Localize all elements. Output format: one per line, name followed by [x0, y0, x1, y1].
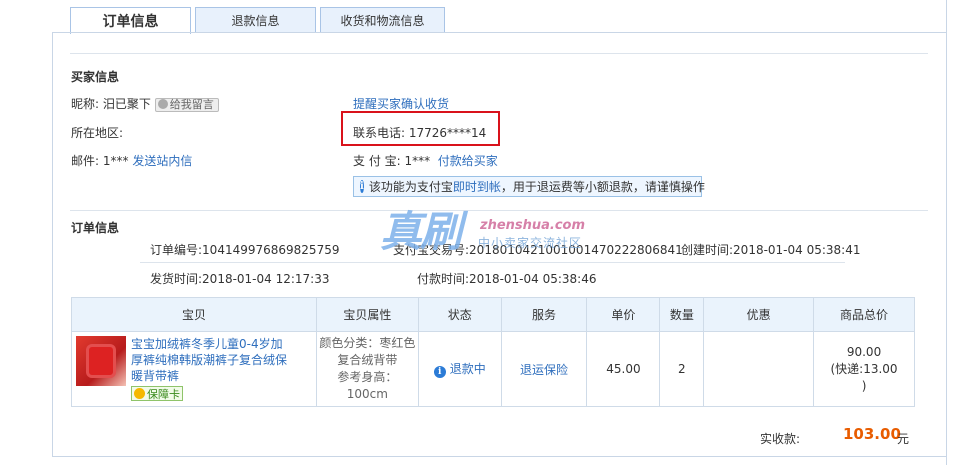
header-discount: 优惠	[703, 297, 815, 332]
ship-time-row: 发货时间:2018-01-04 12:17:33	[150, 270, 330, 287]
discount-cell	[703, 331, 815, 407]
header-quantity: 数量	[659, 297, 705, 332]
return-insurance-link[interactable]: 退运保险	[520, 363, 568, 377]
remind-confirm-link[interactable]: 提醒买家确认收货	[353, 95, 449, 112]
tab-refund-info[interactable]: 退款信息	[195, 7, 316, 33]
order-section-title: 订单信息	[71, 221, 120, 235]
header-total: 商品总价	[813, 297, 915, 332]
shipping-fee-close: )	[861, 378, 867, 393]
notice-text-pre: 该功能为支付宝	[368, 180, 453, 194]
instant-pay-link[interactable]: 即时到帐	[453, 178, 501, 195]
header-attributes: 宝贝属性	[315, 297, 419, 332]
status-info-icon: i	[433, 366, 446, 378]
pay-time-value: 2018-01-04 05:38:46	[469, 272, 597, 286]
leave-message-label: 给我留言	[169, 97, 214, 111]
total-cell: 90.00 (快递:13.00 )	[813, 331, 915, 407]
guarantee-icon	[134, 388, 145, 399]
email-row: 邮件: 1*** 发送站内信	[71, 152, 192, 169]
leave-message-button[interactable]: 给我留言	[154, 97, 219, 112]
attr-variant: 复合绒背带	[337, 353, 398, 367]
instant-pay-notice: i 该功能为支付宝 即时到帐 ，用于退运费等小额退款，请谨慎操作	[353, 176, 705, 197]
divider-order	[140, 262, 845, 263]
received-label: 实收款:	[760, 432, 801, 446]
right-divider	[946, 0, 947, 465]
created-time-row: 创建时间:2018-01-04 05:38:41	[681, 241, 861, 258]
email-value: 1***	[102, 154, 129, 168]
received-amount: 103.00	[843, 425, 901, 443]
pay-buyer-link[interactable]: 付款给买家	[438, 154, 498, 168]
header-status: 状态	[417, 297, 502, 332]
service-cell: 退运保险	[500, 331, 588, 407]
nickname-label: 昵称:	[71, 97, 100, 111]
message-icon	[157, 98, 168, 109]
attributes-cell: 颜色分类：枣红色 复合绒背带 参考身高：100cm	[315, 331, 419, 407]
tab-order-info[interactable]: 订单信息	[70, 7, 191, 34]
created-time-value: 2018-01-04 05:38:41	[733, 243, 861, 257]
table-header-row: 宝贝 宝贝属性 状态 服务 单价 数量 优惠 商品总价	[71, 297, 915, 332]
status-cell: i 退款中	[417, 331, 502, 407]
alipay-value: 1***	[404, 154, 431, 168]
product-title-link[interactable]: 宝宝加绒裤冬季儿童0-4岁加厚裤纯棉韩版潮裤子复合绒保暖背带裤	[131, 336, 291, 384]
send-inbox-link[interactable]: 发送站内信	[132, 154, 192, 168]
received-unit: 元	[897, 432, 910, 446]
unit-price-cell: 45.00	[586, 331, 661, 407]
shipping-fee: (快递:13.00	[830, 361, 898, 376]
phone-highlight-box	[341, 111, 500, 146]
nickname-row: 昵称: 汨已聚下 给我留言	[71, 95, 219, 112]
goods-table: 宝贝 宝贝属性 状态 服务 单价 数量 优惠 商品总价 宝宝加绒裤冬季儿童0-4…	[71, 297, 915, 407]
alipay-row: 支 付 宝: 1*** 付款给买家	[353, 152, 498, 169]
alipay-label: 支 付 宝:	[353, 154, 401, 168]
ship-time-value: 2018-01-04 12:17:33	[202, 272, 330, 286]
watermark-en: zhenshua.com	[480, 218, 586, 233]
region-label: 所在地区:	[71, 126, 124, 140]
order-number-label: 订单编号:	[150, 243, 203, 257]
guarantee-label: 保障卡	[147, 387, 180, 401]
attr-color: 颜色分类：枣红色	[319, 336, 416, 350]
order-number-row: 订单编号:104149976869825759	[150, 241, 339, 258]
refund-status-link[interactable]: 退款中	[450, 362, 486, 376]
buyer-section-title: 买家信息	[71, 70, 120, 84]
created-time-label: 创建时间:	[681, 243, 734, 257]
product-cell: 宝宝加绒裤冬季儿童0-4岁加厚裤纯棉韩版潮裤子复合绒保暖背带裤 保障卡	[71, 331, 317, 407]
header-unit-price: 单价	[586, 297, 661, 332]
watermark-big: 真刷	[380, 207, 462, 256]
header-service: 服务	[500, 297, 588, 332]
notice-text-post: ，用于退运费等小额退款，请谨慎操作	[500, 180, 705, 194]
nickname-value: 汨已聚下	[102, 97, 151, 111]
pay-time-row: 付款时间:2018-01-04 05:38:46	[417, 270, 597, 287]
info-icon: i	[360, 180, 364, 193]
tab-shipping-logistics[interactable]: 收货和物流信息	[320, 7, 445, 33]
order-number-value: 104149976869825759	[202, 243, 340, 257]
item-total: 90.00	[846, 344, 882, 359]
ship-time-label: 发货时间:	[150, 272, 203, 286]
email-label: 邮件:	[71, 154, 100, 168]
table-row: 宝宝加绒裤冬季儿童0-4岁加厚裤纯棉韩版潮裤子复合绒保暖背带裤 保障卡 颜色分类…	[71, 331, 915, 407]
guarantee-badge[interactable]: 保障卡	[131, 386, 183, 401]
header-item: 宝贝	[71, 297, 317, 332]
quantity-cell: 2	[659, 331, 705, 407]
product-thumbnail[interactable]	[76, 336, 126, 386]
pay-time-label: 付款时间:	[417, 272, 470, 286]
watermark-cn: 中小卖家交流社区	[478, 236, 583, 250]
divider-top	[70, 53, 928, 54]
attr-height: 参考身高：100cm	[337, 370, 398, 401]
watermark-logo: 真刷 zhenshua.com 中小卖家交流社区	[380, 198, 610, 258]
tab-bar: 订单信息 退款信息 收货和物流信息	[70, 7, 445, 34]
